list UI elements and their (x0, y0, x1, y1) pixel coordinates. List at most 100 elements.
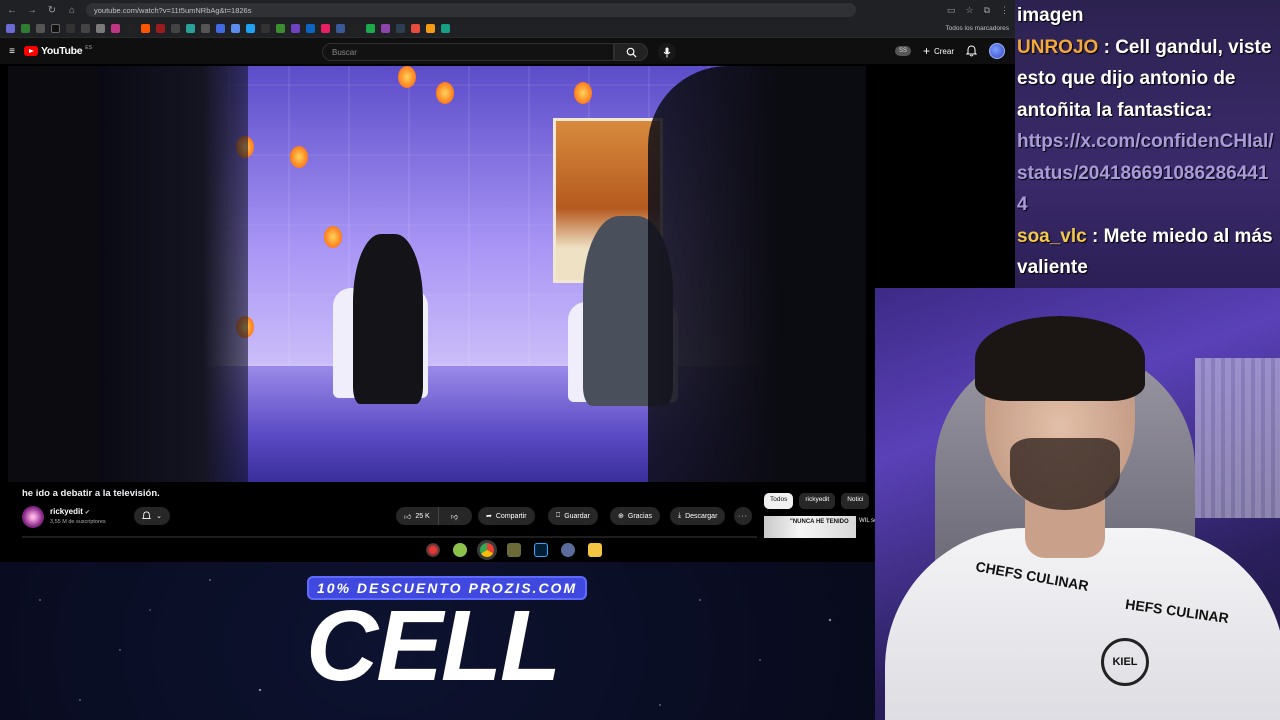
more-actions-button[interactable]: ··· (734, 507, 752, 525)
subscriber-count: 3,55 M de suscriptores (50, 519, 106, 525)
webcam-radiator (1195, 358, 1280, 518)
download-button[interactable]: ⤓ Descargar (670, 507, 726, 525)
address-bar[interactable]: youtube.com/watch?v=11t5umNRbAg&t=1826s (86, 3, 856, 17)
video-frame-lamp (324, 226, 342, 248)
thanks-label: Gracias (627, 512, 652, 520)
subscription-bell-button[interactable]: ⌄ (134, 507, 170, 525)
bookmark-icon[interactable] (336, 24, 345, 33)
bookmark-icon[interactable] (351, 24, 360, 33)
bookmark-icon[interactable] (36, 24, 45, 33)
bookmark-icon[interactable] (261, 24, 270, 33)
verified-check-icon: ✔ (84, 510, 90, 516)
bell-icon (142, 511, 152, 519)
bookmark-icon[interactable] (156, 24, 165, 33)
bookmarks-bar: Todos los marcadores (0, 20, 1015, 38)
bookmark-icon[interactable] (171, 24, 180, 33)
like-button[interactable]: 👍︎ 25 K (396, 507, 439, 525)
thanks-icon: ⊕ (618, 513, 624, 520)
video-frame-lamp (398, 66, 416, 88)
plus-icon: + (922, 44, 930, 58)
youtube-logo[interactable]: YouTube ES (24, 45, 92, 57)
browser-toolbar: ← → ↻ ⌂ youtube.com/watch?v=11t5umNRbAg&… (0, 0, 1015, 20)
save-button[interactable]: ⎕ Guardar (548, 507, 598, 525)
recommended-video-thumbnail[interactable]: "NUNCA HE TENIDO (764, 516, 856, 540)
account-avatar[interactable] (989, 43, 1005, 59)
chrome-icon[interactable] (480, 543, 494, 557)
chat-message: imagen (1017, 0, 1276, 32)
bookmark-icon[interactable] (186, 24, 195, 33)
webcam-beard (1010, 438, 1120, 510)
bookmark-icon[interactable] (246, 24, 255, 33)
channel-avatar[interactable] (22, 506, 44, 528)
bookmark-icon[interactable] (141, 24, 150, 33)
file-explorer-icon[interactable] (588, 543, 602, 557)
home-icon[interactable]: ⌂ (66, 5, 78, 16)
screen-share-icon[interactable]: ▭ (947, 5, 956, 16)
browser-window: ← → ↻ ⌂ youtube.com/watch?v=11t5umNRbAg&… (0, 0, 1015, 562)
reload-icon[interactable]: ↻ (46, 5, 58, 16)
bookmark-icon[interactable] (441, 24, 450, 33)
bookmark-icon[interactable] (306, 24, 315, 33)
share-label: Compartir (495, 512, 527, 520)
bookmark-icon[interactable] (126, 24, 135, 33)
search-button[interactable] (614, 43, 648, 61)
bookmark-icon[interactable] (291, 24, 300, 33)
all-bookmarks-link[interactable]: Todos los marcadores (945, 25, 1009, 32)
bookmark-icon[interactable] (51, 24, 60, 33)
search-placeholder: Buscar (332, 48, 357, 57)
video-frame-lamp (290, 146, 308, 168)
bookmark-icon[interactable] (81, 24, 90, 33)
dislike-button[interactable]: 👎︎ (443, 512, 466, 521)
share-button[interactable]: ➦ Compartir (478, 507, 535, 525)
club-badge-text: KIEL (1112, 656, 1138, 668)
back-icon[interactable]: ← (6, 5, 18, 16)
chip-all[interactable]: Todos (764, 493, 794, 509)
taskbar-app-icon[interactable] (453, 543, 467, 557)
download-label: Descargar (685, 512, 718, 520)
channel-name-link[interactable]: rickyedit ✔ (50, 507, 90, 516)
chat-link[interactable]: https://x.com/confidenCHIal/status/20418… (1017, 131, 1274, 215)
bookmark-icon[interactable] (321, 24, 330, 33)
taskbar-app-icon[interactable] (561, 543, 575, 557)
bookmark-icon[interactable] (66, 24, 75, 33)
bookmark-icon[interactable] (96, 24, 105, 33)
extensions-icon[interactable]: ⧉ (984, 5, 990, 16)
bookmark-icon[interactable] (216, 24, 225, 33)
header-badge[interactable]: SS (894, 46, 911, 56)
video-frame-lamp (436, 82, 454, 104)
forward-icon[interactable]: → (26, 5, 38, 16)
bookmark-icon[interactable] (426, 24, 435, 33)
search-input[interactable]: Buscar (322, 43, 614, 61)
bookmark-icon[interactable] (366, 24, 375, 33)
video-frame-camera-operator (98, 66, 248, 482)
bookmark-icon[interactable] (21, 24, 30, 33)
voice-search-button[interactable] (658, 43, 676, 61)
download-icon: ⤓ (678, 512, 682, 519)
chip-news[interactable]: Notici (841, 493, 870, 509)
taskbar-app-icon[interactable] (426, 543, 440, 557)
video-player[interactable] (8, 66, 866, 482)
hamburger-menu-icon[interactable]: ≡ (4, 46, 20, 57)
bookmark-icon[interactable] (111, 24, 120, 33)
bookmark-star-icon[interactable]: ☆ (965, 5, 973, 16)
bookmark-icon[interactable] (201, 24, 210, 33)
thumbs-up-icon: 👍︎ (404, 513, 412, 521)
create-button[interactable]: + Crear (922, 44, 954, 58)
notifications-bell-icon[interactable] (966, 45, 977, 57)
menu-dots-icon[interactable]: ⋮ (1000, 5, 1009, 16)
thumbs-down-icon: 👎︎ (450, 513, 458, 521)
shirt-club-badge: KIEL (1101, 638, 1149, 686)
bookmark-icon[interactable] (411, 24, 420, 33)
bookmark-icon[interactable] (396, 24, 405, 33)
recommendation-chips: Todos rickyedit Notici (764, 493, 870, 509)
chip-channel[interactable]: rickyedit (799, 493, 836, 509)
thanks-button[interactable]: ⊕ Gracias (610, 507, 660, 525)
bookmark-icon[interactable] (381, 24, 390, 33)
bookmark-icon[interactable] (6, 24, 15, 33)
chevron-down-icon: ⌄ (156, 513, 162, 520)
video-frame-crew-member (648, 66, 866, 482)
photoshop-icon[interactable] (534, 543, 548, 557)
taskbar-app-icon[interactable] (507, 543, 521, 557)
bookmark-icon[interactable] (231, 24, 240, 33)
bookmark-icon[interactable] (276, 24, 285, 33)
